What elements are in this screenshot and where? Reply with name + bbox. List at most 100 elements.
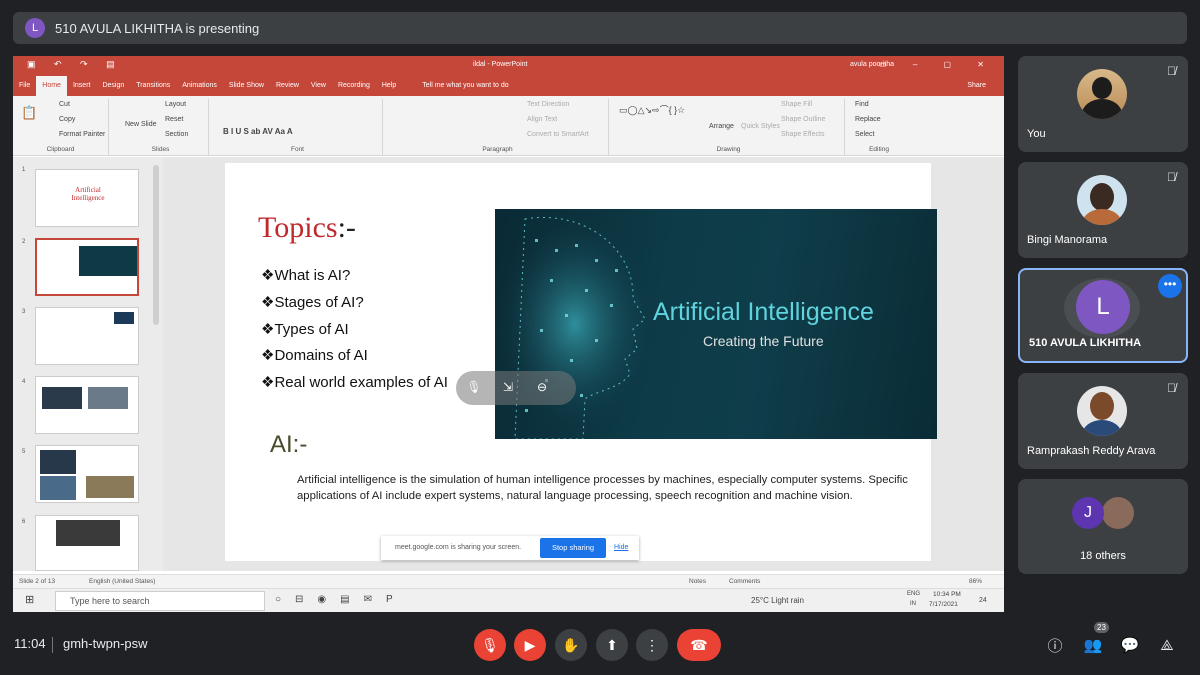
chat-button[interactable]: 💬 xyxy=(1117,632,1143,658)
new-slide-button[interactable]: New Slide xyxy=(125,121,157,128)
activities-button[interactable]: ⟁ xyxy=(1154,632,1180,658)
participant-name: You xyxy=(1027,128,1046,140)
remove-icon[interactable]: ⊖ xyxy=(534,380,550,396)
divider xyxy=(52,637,53,653)
slide-thumbnail-3[interactable] xyxy=(35,307,139,365)
smartart-button[interactable]: Convert to SmartArt xyxy=(527,131,589,138)
camera-off-button[interactable]: ▶ xyxy=(514,629,546,661)
align-text-button[interactable]: Align Text xyxy=(527,116,557,123)
paste-icon[interactable]: 📋 xyxy=(21,105,37,121)
tab-recording[interactable]: Recording xyxy=(332,76,376,96)
lang-indicator[interactable]: ENG xyxy=(907,591,920,597)
thumbnail-scrollbar[interactable] xyxy=(153,165,159,325)
region-indicator[interactable]: IN xyxy=(910,601,916,607)
section-button[interactable]: Section xyxy=(165,131,188,138)
present-button[interactable]: ⬆ xyxy=(596,629,628,661)
shape-fill-button[interactable]: Shape Fill xyxy=(781,101,812,108)
end-call-button[interactable]: ☎ xyxy=(677,629,721,661)
tab-transitions[interactable]: Transitions xyxy=(130,76,176,96)
quick-access-icons[interactable]: ▣ ↶ ↷ ▤ xyxy=(27,59,123,70)
tab-animations[interactable]: Animations xyxy=(176,76,223,96)
font-format-buttons[interactable]: B I U S ab AV Aa A xyxy=(223,127,293,136)
more-options-icon[interactable]: ••• xyxy=(1158,274,1182,298)
people-icon: 👥 xyxy=(1083,637,1103,654)
meet-control-bar: 11:04 gmh-twpn-psw 🎙 ▶ ✋ ⬆ ⋮ ☎ ⓘ 👥 23 💬 … xyxy=(0,620,1200,675)
shapes-gallery[interactable]: ▭◯△↘⇨⌒{ }☆ xyxy=(619,103,685,116)
raise-hand-button[interactable]: ✋ xyxy=(555,629,587,661)
avatar-body xyxy=(1082,420,1122,436)
participant-tile[interactable]: 🎙̸ Bingi Manorama xyxy=(1018,162,1188,258)
ai-banner-title: Artificial Intelligence xyxy=(653,298,874,326)
current-slide[interactable]: Topics:- ❖What is AI? ❖Stages of AI? ❖Ty… xyxy=(225,163,937,561)
windows-start-icon[interactable]: ⊞ xyxy=(25,593,34,606)
notification-badge[interactable]: 24 xyxy=(979,597,987,604)
tab-design[interactable]: Design xyxy=(96,76,130,96)
pin-icon[interactable]: ⇲ xyxy=(500,380,516,396)
clipboard-label: Clipboard xyxy=(46,146,75,153)
others-count: 18 others xyxy=(1080,550,1126,562)
slide-thumbnail-1[interactable]: Artificial Intelligence xyxy=(35,169,139,227)
select-button[interactable]: Select xyxy=(855,131,874,138)
taskbar-app-icons[interactable]: ○⊟◉▤✉P xyxy=(275,594,407,605)
tab-insert[interactable]: Insert xyxy=(67,76,97,96)
notes-button[interactable]: Notes xyxy=(689,578,706,585)
others-tile[interactable]: J 18 others xyxy=(1018,479,1188,574)
avatar-head xyxy=(1090,392,1114,420)
participant-tile-you[interactable]: 🎙̸ You xyxy=(1018,56,1188,152)
arrange-button[interactable]: Arrange xyxy=(709,123,734,130)
find-button[interactable]: Find xyxy=(855,101,869,108)
avatar: L xyxy=(1076,280,1130,334)
slide-thumbnail-2[interactable] xyxy=(35,238,139,296)
participant-name: Bingi Manorama xyxy=(1027,234,1108,246)
thumb-number: 2 xyxy=(22,239,26,245)
tab-view[interactable]: View xyxy=(305,76,332,96)
zoom-level[interactable]: 86% xyxy=(969,578,982,585)
taskbar-time[interactable]: 10:34 PM xyxy=(933,591,961,598)
info-icon: ⓘ xyxy=(1047,637,1063,655)
tab-help[interactable]: Help xyxy=(376,76,402,96)
comments-button[interactable]: Comments xyxy=(729,578,760,585)
slides-group: New Slide Layout Reset Section Slides xyxy=(113,99,209,155)
slide-thumbnail-6[interactable] xyxy=(35,515,139,571)
tell-me-input[interactable]: Tell me what you want to do xyxy=(416,76,514,96)
avatar-body xyxy=(1082,209,1122,225)
more-options-button[interactable]: ⋮ xyxy=(636,629,668,661)
presenting-text: 510 AVULA LIKHITHA is presenting xyxy=(55,20,260,36)
meeting-details-button[interactable]: ⓘ xyxy=(1042,632,1068,658)
replace-button[interactable]: Replace xyxy=(855,116,881,123)
sharing-notification-bar: meet.google.com is sharing your screen. … xyxy=(381,536,639,560)
tab-slide-show[interactable]: Slide Show xyxy=(223,76,270,96)
hide-button[interactable]: Hide xyxy=(614,544,628,551)
participant-tile-presenter[interactable]: L ••• 510 AVULA LIKHITHA xyxy=(1018,268,1188,363)
copy-button[interactable]: Copy xyxy=(59,116,75,123)
window-controls[interactable]: ▭ – ▢ ✕ xyxy=(879,60,996,69)
reset-button[interactable]: Reset xyxy=(165,116,183,123)
people-button[interactable]: 👥 23 xyxy=(1080,622,1109,658)
participant-tile[interactable]: 🎙̸ Ramprakash Reddy Arava xyxy=(1018,373,1188,469)
taskbar-search[interactable]: Type here to search xyxy=(55,591,265,611)
tab-home[interactable]: Home xyxy=(36,76,67,96)
stop-sharing-button[interactable]: Stop sharing xyxy=(540,538,606,558)
layout-button[interactable]: Layout xyxy=(165,101,186,108)
text-direction-button[interactable]: Text Direction xyxy=(527,101,569,108)
mic-off-icon[interactable]: 🎙 xyxy=(466,380,482,396)
tab-file[interactable]: File xyxy=(13,76,36,96)
slide-thumbnail-5[interactable] xyxy=(35,445,139,503)
ribbon: 📋 Cut Copy Format Painter Clipboard New … xyxy=(13,96,1004,156)
slide-indicator: Slide 2 of 13 xyxy=(19,578,56,585)
quick-styles-button[interactable]: Quick Styles xyxy=(741,123,780,130)
share-button[interactable]: Share xyxy=(961,76,992,96)
taskbar-date[interactable]: 7/17/2021 xyxy=(929,601,958,608)
mic-off-icon: 🎙̸ xyxy=(1167,381,1176,395)
format-painter-button[interactable]: Format Painter xyxy=(59,131,105,138)
mic-off-icon: 🎙̸ xyxy=(1167,64,1176,78)
language-indicator[interactable]: English (United States) xyxy=(89,578,155,585)
font-label: Font xyxy=(290,146,304,153)
cut-button[interactable]: Cut xyxy=(59,101,70,108)
tab-review[interactable]: Review xyxy=(270,76,305,96)
shape-outline-button[interactable]: Shape Outline xyxy=(781,116,825,123)
shape-effects-button[interactable]: Shape Effects xyxy=(781,131,824,138)
mic-off-button[interactable]: 🎙 xyxy=(474,629,506,661)
weather-text[interactable]: 25°C Light rain xyxy=(751,596,804,605)
slide-thumbnail-4[interactable] xyxy=(35,376,139,434)
